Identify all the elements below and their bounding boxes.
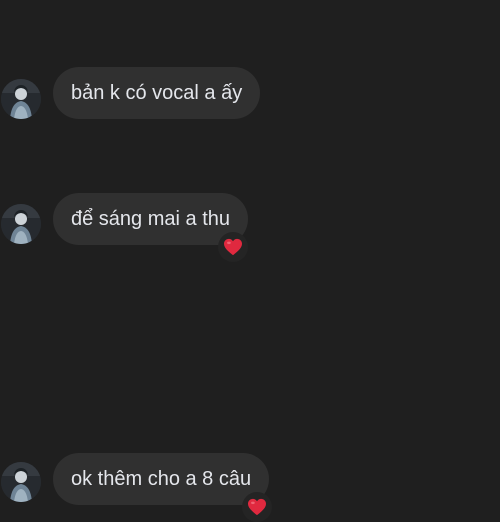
message-bubble[interactable]: để sáng mai a thu [53,193,248,245]
reaction-badge[interactable] [242,492,272,522]
avatar[interactable] [1,79,41,119]
heart-icon [248,498,266,516]
heart-icon [224,238,242,256]
avatar-photo [1,204,41,244]
message-row: để sáng mai a thu [0,193,500,262]
message-bubble[interactable]: bản k có vocal a ấy [53,67,261,119]
avatar-photo [1,462,41,502]
message-text: ok thêm cho a 8 câu [71,468,252,490]
message-text: bản k có vocal a ấy [71,82,243,104]
message-text: để sáng mai a thu [71,208,230,230]
message-row: bản k có vocal a ấy [0,67,500,119]
avatar[interactable] [1,204,41,244]
reaction-badge[interactable] [218,232,248,262]
avatar[interactable] [1,462,41,502]
avatar-photo [1,79,41,119]
message-bubble[interactable]: ok thêm cho a 8 câu [53,453,270,505]
message-row: ok thêm cho a 8 câu [0,453,500,522]
